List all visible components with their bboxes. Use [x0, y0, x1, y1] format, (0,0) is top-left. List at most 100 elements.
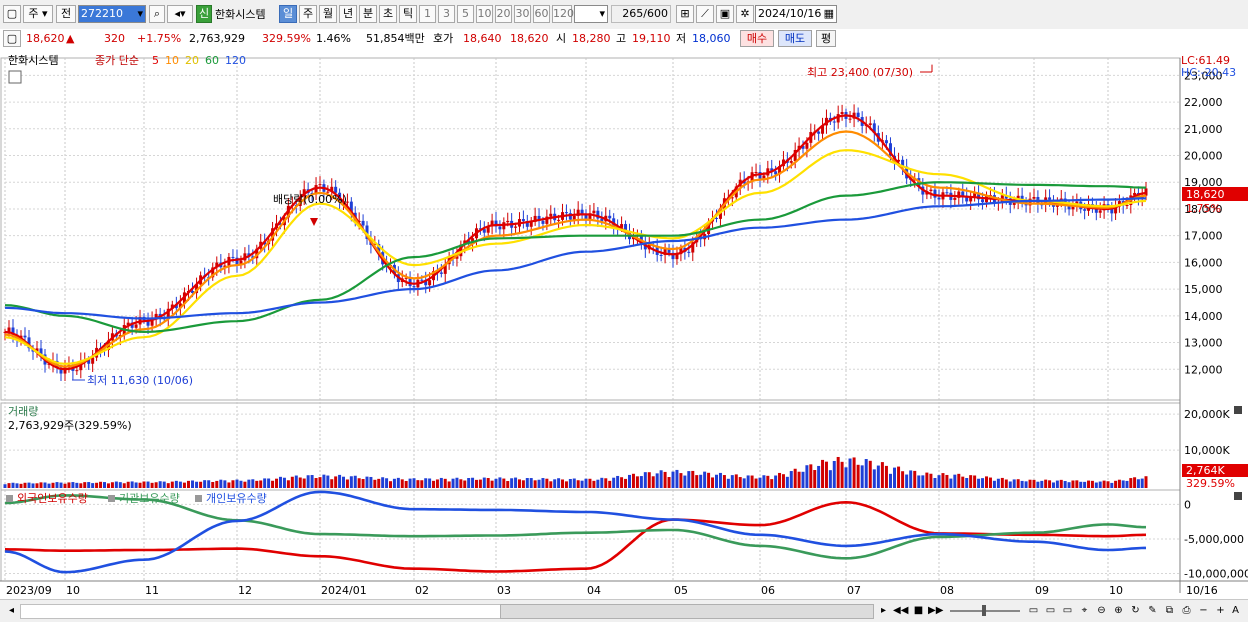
crosshair-icon[interactable]: ⌖ — [1077, 603, 1092, 618]
print-icon[interactable]: ⎙ — [1179, 603, 1194, 618]
volume-bar — [122, 483, 126, 488]
interval-button-1[interactable]: 1 — [419, 5, 436, 23]
layout-icon-3[interactable]: ▭ — [1060, 603, 1075, 618]
volume-bar — [897, 466, 901, 488]
volume-bar — [679, 473, 683, 488]
zoom-slider-handle[interactable] — [982, 605, 986, 616]
volume-bar — [290, 476, 294, 488]
volume-bar — [981, 478, 985, 488]
table-icon[interactable] — [8, 70, 22, 84]
speaker-icon[interactable]: ◂▾ — [167, 5, 193, 23]
font-size-icon[interactable]: A — [1228, 603, 1243, 618]
scroll-track[interactable] — [20, 604, 502, 619]
period-tick-button[interactable]: 틱 — [399, 5, 417, 23]
period-day-button[interactable]: 일 — [279, 5, 297, 23]
volume-bar — [420, 480, 424, 488]
volume-bar — [541, 478, 545, 488]
candle-body — [334, 186, 338, 193]
interval-button-3[interactable]: 3 — [438, 5, 455, 23]
volume-bar — [1048, 480, 1052, 488]
interval-button-30[interactable]: 30 — [514, 5, 531, 23]
volume-bar — [683, 475, 687, 488]
volume-bar — [1071, 480, 1075, 488]
window-icon[interactable]: ▢ — [3, 5, 21, 23]
draw-icon[interactable]: ✎ — [1145, 603, 1160, 618]
chart-area[interactable]: 2023/09 10 11 12 2024/01 02 03 04 05 06 07 08 09 1012… — [0, 48, 1248, 599]
volume-bar — [162, 481, 166, 488]
volume-bar — [286, 480, 290, 488]
interval-custom-input[interactable]: ▾ — [574, 5, 608, 23]
volume-bar — [893, 467, 897, 488]
code-input[interactable]: 272210 ▾ — [78, 5, 146, 23]
volume-bar — [985, 476, 988, 488]
period-minute-button[interactable]: 분 — [359, 5, 377, 23]
volume-bar — [377, 478, 381, 488]
stop-icon[interactable]: ■ — [911, 603, 926, 618]
volume-bar — [1044, 479, 1048, 488]
volume-bar — [271, 480, 275, 488]
search-icon[interactable]: ⌕ — [149, 5, 165, 23]
period-month-button[interactable]: 월 — [319, 5, 337, 23]
volume-bar — [988, 477, 992, 488]
holding-close-icon[interactable] — [1234, 492, 1242, 500]
plus-icon[interactable]: + — [1213, 603, 1228, 618]
interval-button-20[interactable]: 20 — [495, 5, 512, 23]
candle-body — [1032, 196, 1036, 199]
zoom-out-icon[interactable]: ⊖ — [1094, 603, 1109, 618]
period-year-button[interactable]: 년 — [339, 5, 357, 23]
count-field[interactable]: 265/600 — [611, 5, 671, 23]
chevron-down-icon[interactable]: ▾ — [599, 6, 605, 22]
rewind-icon[interactable]: ◀◀ — [893, 603, 908, 618]
interval-button-60[interactable]: 60 — [533, 5, 550, 23]
scroll-left-icon[interactable]: ◂ — [4, 603, 19, 618]
volume-bar — [1079, 481, 1083, 488]
volume-bar — [455, 477, 459, 488]
scroll-right-icon[interactable]: ▸ — [876, 603, 891, 618]
volume-bar — [275, 478, 279, 488]
buy-button[interactable]: 매수 — [740, 30, 774, 47]
play-icon[interactable]: ▶▶ — [928, 603, 943, 618]
layout-icon-2[interactable]: ▭ — [1043, 603, 1058, 618]
interval-button-10[interactable]: 10 — [476, 5, 493, 23]
candle-body — [961, 191, 965, 196]
zoom-in-icon[interactable]: ⊕ — [1111, 603, 1126, 618]
chevron-down-icon[interactable]: ▾ — [137, 6, 143, 22]
volume-bar — [490, 480, 494, 488]
quote-toggle-icon[interactable]: ▢ — [3, 30, 21, 47]
volume-close-icon[interactable] — [1234, 406, 1242, 414]
sell-button[interactable]: 매도 — [778, 30, 812, 47]
save-icon[interactable]: ▣ — [716, 5, 734, 23]
volume-bar — [809, 464, 813, 488]
y-tick-label: 20,000 — [1184, 150, 1223, 163]
date-input[interactable]: 2024/10/16 ▦ — [755, 5, 837, 23]
volume-bar — [856, 464, 860, 488]
interval-button-5[interactable]: 5 — [457, 5, 474, 23]
interval-button-120[interactable]: 120 — [552, 5, 574, 23]
minus-icon[interactable]: − — [1196, 603, 1211, 618]
copy-icon[interactable]: ⧉ — [1162, 603, 1177, 618]
volume-bar — [79, 483, 83, 488]
eval-button[interactable]: 평 — [816, 30, 836, 47]
scroll-thumb[interactable] — [500, 604, 874, 619]
volume-bar — [1121, 480, 1125, 488]
ma10-label: 10 — [165, 54, 179, 67]
candle-body — [91, 357, 95, 364]
volume-bar — [1063, 481, 1067, 488]
volume-bar — [778, 472, 782, 488]
volume-bar — [933, 477, 937, 488]
prev-button[interactable]: 전 — [56, 5, 76, 23]
volume-bar — [63, 483, 67, 488]
open-price: 18,280 — [572, 32, 611, 45]
draw-line-icon[interactable]: ⟋ — [696, 5, 714, 23]
gear-icon[interactable]: ✲ — [736, 5, 754, 23]
layout-icon-1[interactable]: ▭ — [1026, 603, 1041, 618]
period-second-button[interactable]: 초 — [379, 5, 397, 23]
volume-bar — [474, 479, 478, 488]
period-week-button[interactable]: 주 — [299, 5, 317, 23]
calendar-icon[interactable]: ▦ — [824, 6, 834, 22]
chart-tools-icon[interactable]: ⊞ — [676, 5, 694, 23]
market-select[interactable]: 주 ▾ — [23, 5, 53, 23]
refresh-icon[interactable]: ↻ — [1128, 603, 1143, 618]
volume-bar — [103, 482, 106, 488]
volume-bar — [1106, 481, 1110, 488]
